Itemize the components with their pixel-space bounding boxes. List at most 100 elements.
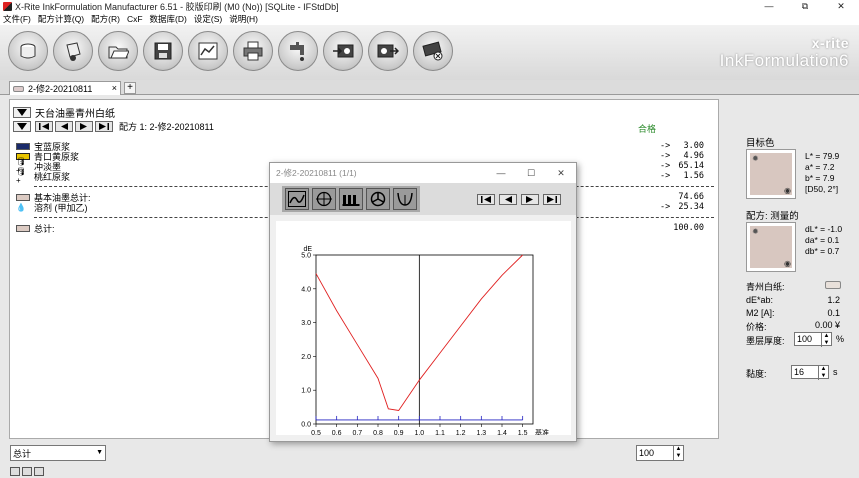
solvent-arrow: -> bbox=[660, 202, 671, 212]
x-tick-label: 0.5 bbox=[311, 430, 321, 435]
target-b: b* = 7.9 bbox=[805, 173, 835, 183]
m2-value: 0.1 bbox=[827, 308, 840, 318]
tab-close-icon[interactable]: × bbox=[112, 83, 117, 93]
save-button[interactable] bbox=[143, 31, 183, 71]
y-tick-label: 2.0 bbox=[301, 354, 311, 361]
amount-spinner[interactable]: ▲ ▼ bbox=[673, 446, 683, 460]
viscosity-unit: s bbox=[833, 367, 838, 377]
thickness-input[interactable]: 100 ▲ ▼ bbox=[794, 332, 832, 347]
spectrum-chart-button[interactable] bbox=[393, 188, 417, 210]
prev-icon bbox=[505, 196, 512, 203]
minimize-button[interactable]: — bbox=[751, 0, 787, 12]
ingredient-arrow: -> bbox=[660, 161, 671, 171]
status-icon[interactable] bbox=[10, 467, 20, 476]
document-tabs: 2-修2-20210811 × + bbox=[0, 80, 859, 95]
price-value: 0.00 ¥ bbox=[814, 320, 840, 330]
menu-cxf[interactable]: CxF bbox=[127, 14, 143, 24]
sun-icon: ✹ bbox=[752, 227, 759, 236]
tab-label: 2-修2-20210811 bbox=[28, 84, 93, 94]
x-tick-label: 1.1 bbox=[435, 430, 445, 435]
viscosity-input[interactable]: 16 ▲ ▼ bbox=[791, 365, 829, 380]
solvent-name: 溶剂 (甲加乙) bbox=[34, 202, 88, 213]
menu-help[interactable]: 说明(H) bbox=[229, 13, 258, 25]
substrate-swatch[interactable] bbox=[825, 281, 841, 289]
x-tick-label: 0.7 bbox=[352, 430, 362, 435]
dialog-first-button[interactable] bbox=[477, 194, 495, 205]
pie-chart-icon bbox=[370, 191, 386, 207]
last-recipe-button[interactable] bbox=[95, 121, 113, 132]
prev-icon bbox=[61, 123, 68, 130]
triangle-down-icon bbox=[17, 123, 27, 130]
dispense-button[interactable] bbox=[278, 31, 318, 71]
last-icon bbox=[547, 196, 557, 203]
open-button[interactable] bbox=[98, 31, 138, 71]
chart-button[interactable] bbox=[188, 31, 228, 71]
dialog-title: 2-修2-20210811 (1/1) bbox=[276, 168, 357, 178]
brand-xrite: x-rite bbox=[811, 35, 849, 51]
measured-db: db* = 0.7 bbox=[805, 246, 840, 256]
total-select-value: 总计 bbox=[13, 448, 32, 459]
measured-dl: dL* = -1.0 bbox=[805, 224, 843, 234]
menu-file[interactable]: 文件(F) bbox=[3, 13, 31, 25]
ink-can-button[interactable] bbox=[8, 31, 48, 71]
first-recipe-button[interactable] bbox=[35, 121, 53, 132]
ink-pour-button[interactable] bbox=[53, 31, 93, 71]
tap-icon bbox=[287, 40, 309, 62]
expand-formula-button[interactable] bbox=[13, 107, 31, 118]
dialog-maximize-button[interactable]: ☐ bbox=[516, 163, 546, 183]
prev-recipe-button[interactable] bbox=[55, 121, 73, 132]
close-button[interactable]: ✕ bbox=[823, 0, 859, 12]
ingredient-name: 桃红原浆 bbox=[34, 171, 71, 182]
ingredient-row[interactable]: 宝蓝原浆 -> 3.00 bbox=[16, 141, 712, 152]
target-lab: L* = 79.9 a* = 7.2 b* = 7.9 [D50, 2°] bbox=[805, 151, 839, 195]
menu-settings[interactable]: 设定(S) bbox=[194, 13, 222, 25]
dialog-prev-button[interactable] bbox=[499, 194, 517, 205]
crosshair-chart-button[interactable] bbox=[312, 188, 336, 210]
dialog-close-button[interactable]: ✕ bbox=[546, 163, 576, 183]
curve-chart-button[interactable] bbox=[285, 188, 309, 210]
menu-database[interactable]: 数据库(D) bbox=[150, 13, 187, 25]
chevron-down-icon: ▼ bbox=[96, 449, 103, 456]
export-device-button[interactable] bbox=[368, 31, 408, 71]
pie-chart-button[interactable] bbox=[366, 188, 390, 210]
thickness-label: 墨层厚度: bbox=[746, 336, 785, 346]
status-icon[interactable] bbox=[22, 467, 32, 476]
viscosity-spinner[interactable]: ▲ ▼ bbox=[818, 366, 828, 380]
formula-header: 天台油墨青州白纸 bbox=[13, 105, 115, 120]
menu-recipe[interactable]: 配方(R) bbox=[91, 13, 120, 25]
export-device-icon bbox=[377, 40, 399, 62]
dialog-next-button[interactable] bbox=[521, 194, 539, 205]
measured-swatch[interactable]: ✹ ◉ bbox=[746, 222, 796, 272]
tab-formula[interactable]: 2-修2-20210811 × bbox=[9, 81, 121, 95]
status-badge: 合格 bbox=[638, 124, 657, 134]
m2-label: M2 [A]: bbox=[746, 308, 775, 318]
x-tick-label: 1.4 bbox=[497, 430, 507, 435]
dialog-minimize-button[interactable]: — bbox=[486, 163, 516, 183]
bar-chart-button[interactable] bbox=[339, 188, 363, 210]
dialog-last-button[interactable] bbox=[543, 194, 561, 205]
total-select[interactable]: 总计 ▼ bbox=[10, 445, 106, 461]
menu-bar: 文件(F) 配方计算(Q) 配方(R) CxF 数据库(D) 设定(S) 说明(… bbox=[0, 12, 859, 25]
base-total-value: 74.66 bbox=[678, 192, 704, 202]
status-icon[interactable] bbox=[34, 467, 44, 476]
maximize-button[interactable]: ⧉ bbox=[787, 0, 823, 12]
next-recipe-button[interactable] bbox=[75, 121, 93, 132]
thickness-spinner[interactable]: ▲ ▼ bbox=[821, 333, 831, 347]
ink-pour-icon bbox=[62, 40, 84, 62]
ink-can-small-icon: 🛢+ bbox=[16, 167, 27, 185]
print-button[interactable] bbox=[233, 31, 273, 71]
amount-input[interactable]: 100 ▲ ▼ bbox=[636, 445, 684, 461]
cancel-device-button[interactable] bbox=[413, 31, 453, 71]
sun-icon: ✹ bbox=[752, 154, 759, 163]
add-tab-button[interactable]: + bbox=[124, 82, 136, 94]
target-swatch[interactable]: ✹ ◉ bbox=[746, 149, 796, 199]
next-icon bbox=[80, 123, 87, 130]
ingredient-swatch bbox=[16, 224, 30, 232]
title-bar: X-Rite InkFormulation Manufacturer 6.51 … bbox=[0, 0, 859, 12]
brand-product: InkFormulation6 bbox=[719, 51, 849, 70]
import-device-button[interactable] bbox=[323, 31, 363, 71]
expand-recipe-button[interactable] bbox=[13, 121, 31, 132]
app-icon bbox=[3, 1, 12, 11]
menu-formula-calc[interactable]: 配方计算(Q) bbox=[38, 13, 84, 25]
ingredient-row[interactable]: 青口黄原浆 -> 4.96 bbox=[16, 151, 712, 162]
